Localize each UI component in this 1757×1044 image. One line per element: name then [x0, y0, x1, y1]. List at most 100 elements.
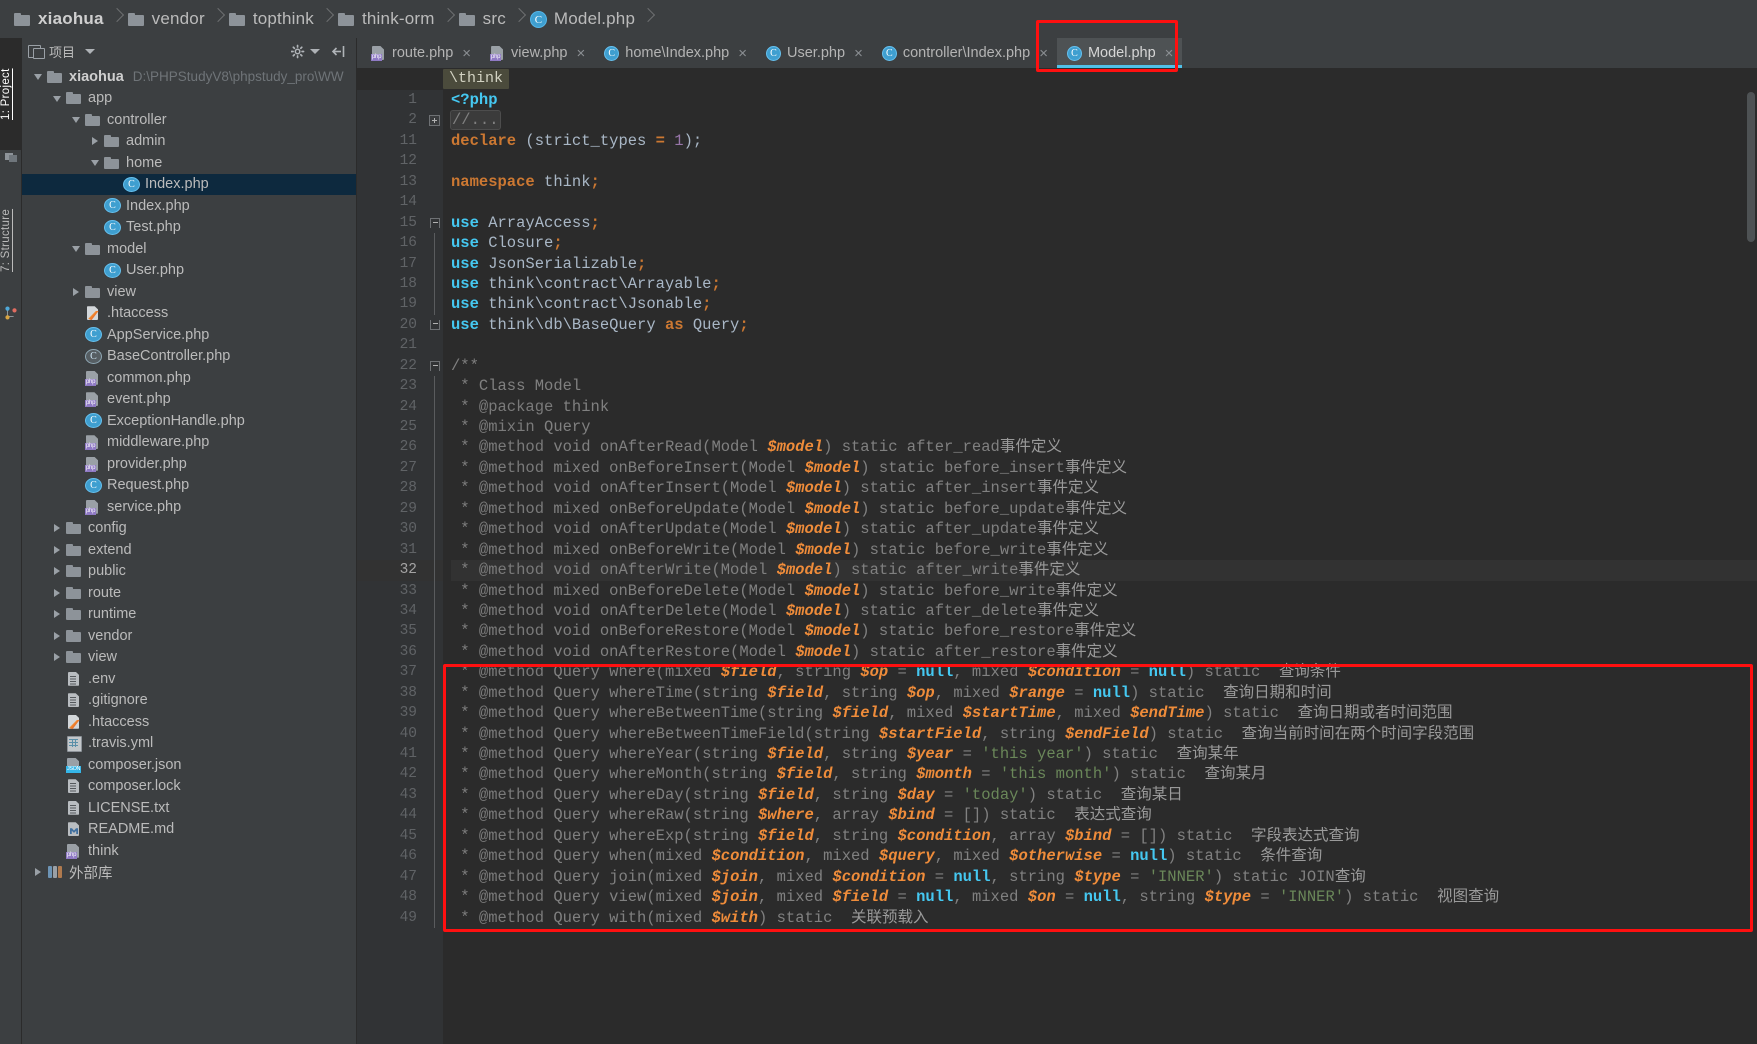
tree-row[interactable]: middleware.php [22, 432, 356, 454]
line-number[interactable]: 15 [357, 213, 443, 233]
namespace-chip[interactable]: \think [443, 69, 510, 89]
editor-tab[interactable]: route.php × [361, 38, 480, 68]
close-icon[interactable]: × [1039, 46, 1048, 61]
line-number[interactable]: 39 [357, 703, 443, 724]
code-line[interactable]: * @method mixed onBeforeUpdate(Model $mo… [451, 499, 1757, 519]
code-line[interactable]: * @method void onAfterInsert(Model $mode… [451, 478, 1757, 498]
tree-row[interactable]: home [22, 152, 356, 174]
fold-expand-icon[interactable] [429, 114, 440, 126]
editor-tab[interactable]: Chome\Index.php × [594, 38, 756, 68]
tree-collapse-arrow-icon[interactable] [70, 285, 83, 298]
tree-collapse-arrow-icon[interactable] [32, 866, 45, 879]
tree-row[interactable]: think [22, 840, 356, 862]
line-number[interactable]: 27 [357, 457, 443, 479]
line-number[interactable]: 38 [357, 682, 443, 704]
line-number[interactable]: 34 [357, 600, 443, 622]
code-line[interactable]: //... [450, 110, 1757, 131]
tree-row[interactable]: route [22, 582, 356, 604]
tree-row[interactable]: 外部库 [22, 862, 356, 884]
code-line[interactable] [451, 192, 1757, 212]
line-number[interactable]: 26 [357, 437, 443, 458]
tree-row[interactable]: C Request.php [22, 475, 356, 497]
code-line[interactable]: * @method Query when(mixed $condition, m… [451, 846, 1757, 866]
code-line[interactable]: * @method void onAfterRead(Model $model)… [451, 437, 1757, 457]
tree-row[interactable]: .htaccess [22, 711, 356, 733]
line-number[interactable]: 1 [357, 90, 443, 110]
line-number[interactable]: 28 [357, 478, 443, 499]
line-number[interactable]: 42 [357, 764, 443, 785]
line-number[interactable]: 22 [357, 356, 443, 376]
code-line[interactable]: * @method Query whereExp(string $field, … [451, 826, 1757, 846]
fold-collapse-icon[interactable] [430, 360, 440, 371]
line-number[interactable]: 16 [357, 233, 443, 254]
tree-row[interactable]: vendor [22, 625, 356, 647]
tree-row[interactable]: model [22, 238, 356, 260]
breadcrumb-item[interactable]: C Model.php [529, 0, 639, 38]
gear-chevron-down-icon[interactable] [310, 48, 320, 54]
tree-row[interactable]: view [22, 281, 356, 303]
code-line[interactable]: /** [451, 356, 1757, 376]
tree-row[interactable]: LICENSE.txt [22, 797, 356, 819]
code-line[interactable]: * @package think [451, 397, 1757, 417]
line-number[interactable]: 36 [357, 641, 443, 663]
code-line[interactable]: * @method Query with(mixed $with) static… [451, 908, 1757, 928]
editor-vertical-scrollbar[interactable] [1745, 90, 1757, 1044]
code-line[interactable]: use think\db\BaseQuery as Query; [451, 315, 1757, 335]
code-line[interactable]: * @method void onAfterRestore(Model $mod… [451, 642, 1757, 662]
code-line[interactable]: * @method Query whereBetweenTime(string … [451, 703, 1757, 723]
line-number[interactable]: 18 [357, 273, 443, 295]
collapse-all-icon[interactable] [330, 44, 346, 59]
tree-collapse-arrow-icon[interactable] [51, 629, 64, 642]
tree-row[interactable]: provider.php [22, 453, 356, 475]
tree-row[interactable]: runtime [22, 604, 356, 626]
editor-tab[interactable]: Ccontroller\Index.php × [872, 38, 1057, 68]
code-content[interactable]: <?php//... declare (strict_types = 1); na… [443, 90, 1757, 1044]
code-line[interactable]: * @mixin Query [451, 417, 1757, 437]
line-number[interactable]: 32 [357, 560, 443, 581]
line-number[interactable]: 20 [357, 315, 443, 335]
tree-row[interactable]: admin [22, 131, 356, 153]
code-line[interactable]: * @method Query whereYear(string $field,… [451, 744, 1757, 764]
chevron-down-icon[interactable] [85, 48, 96, 54]
code-line[interactable]: use Closure; [451, 233, 1757, 253]
code-line[interactable]: use ArrayAccess; [451, 213, 1757, 233]
code-line[interactable]: use JsonSerializable; [451, 254, 1757, 274]
tree-row[interactable]: config [22, 518, 356, 540]
tree-row[interactable]: controller [22, 109, 356, 131]
tree-row[interactable]: README.md [22, 819, 356, 841]
line-number[interactable]: 11 [357, 131, 443, 151]
tree-row[interactable]: C Index.php [22, 195, 356, 217]
code-line[interactable]: <?php [451, 90, 1757, 110]
code-line[interactable]: * @method Query view(mixed $join, mixed … [451, 887, 1757, 907]
scrollbar-thumb[interactable] [1747, 92, 1755, 242]
code-line[interactable]: * @method void onAfterUpdate(Model $mode… [451, 519, 1757, 539]
tree-collapse-arrow-icon[interactable] [51, 543, 64, 556]
tree-row[interactable]: extend [22, 539, 356, 561]
line-number[interactable]: 2 [357, 110, 443, 130]
code-line[interactable]: * @method Query whereDay(string $field, … [451, 785, 1757, 805]
line-number[interactable]: 45 [357, 825, 443, 847]
editor-tab-bar[interactable]: route.php × view.php × Chome\Index.php × C User… [357, 38, 1757, 68]
line-number[interactable]: 33 [357, 580, 443, 601]
tree-row[interactable]: C BaseController.php [22, 346, 356, 368]
code-line[interactable]: declare (strict_types = 1); [451, 131, 1757, 151]
code-line[interactable]: * @method mixed onBeforeDelete(Model $mo… [451, 581, 1757, 601]
tree-row[interactable]: view [22, 647, 356, 669]
project-file-tree[interactable]: xiaohua D:\PHPStudyV8\phpstudy_pro\WW app c… [22, 64, 356, 1044]
line-number[interactable]: 31 [357, 539, 443, 561]
line-number[interactable]: 46 [357, 846, 443, 867]
tree-collapse-arrow-icon[interactable] [89, 135, 102, 148]
tree-row[interactable]: common.php [22, 367, 356, 389]
breadcrumb-item[interactable]: src [458, 0, 510, 38]
tree-row[interactable]: xiaohua D:\PHPStudyV8\phpstudy_pro\WW [22, 66, 356, 88]
code-line[interactable]: * @method void onAfterDelete(Model $mode… [451, 601, 1757, 621]
tree-row[interactable]: C AppService.php [22, 324, 356, 346]
tree-expand-arrow-icon[interactable] [51, 92, 64, 105]
tree-row[interactable]: .gitignore [22, 690, 356, 712]
close-icon[interactable]: × [738, 46, 747, 61]
tree-row[interactable]: C User.php [22, 260, 356, 282]
code-line[interactable]: * @method Query whereMonth(string $field… [451, 764, 1757, 784]
tool-window-tab-structure[interactable]: 7: Structure [0, 178, 22, 302]
line-number[interactable]: 37 [357, 662, 443, 683]
editor-tab[interactable]: C User.php × [756, 38, 872, 68]
